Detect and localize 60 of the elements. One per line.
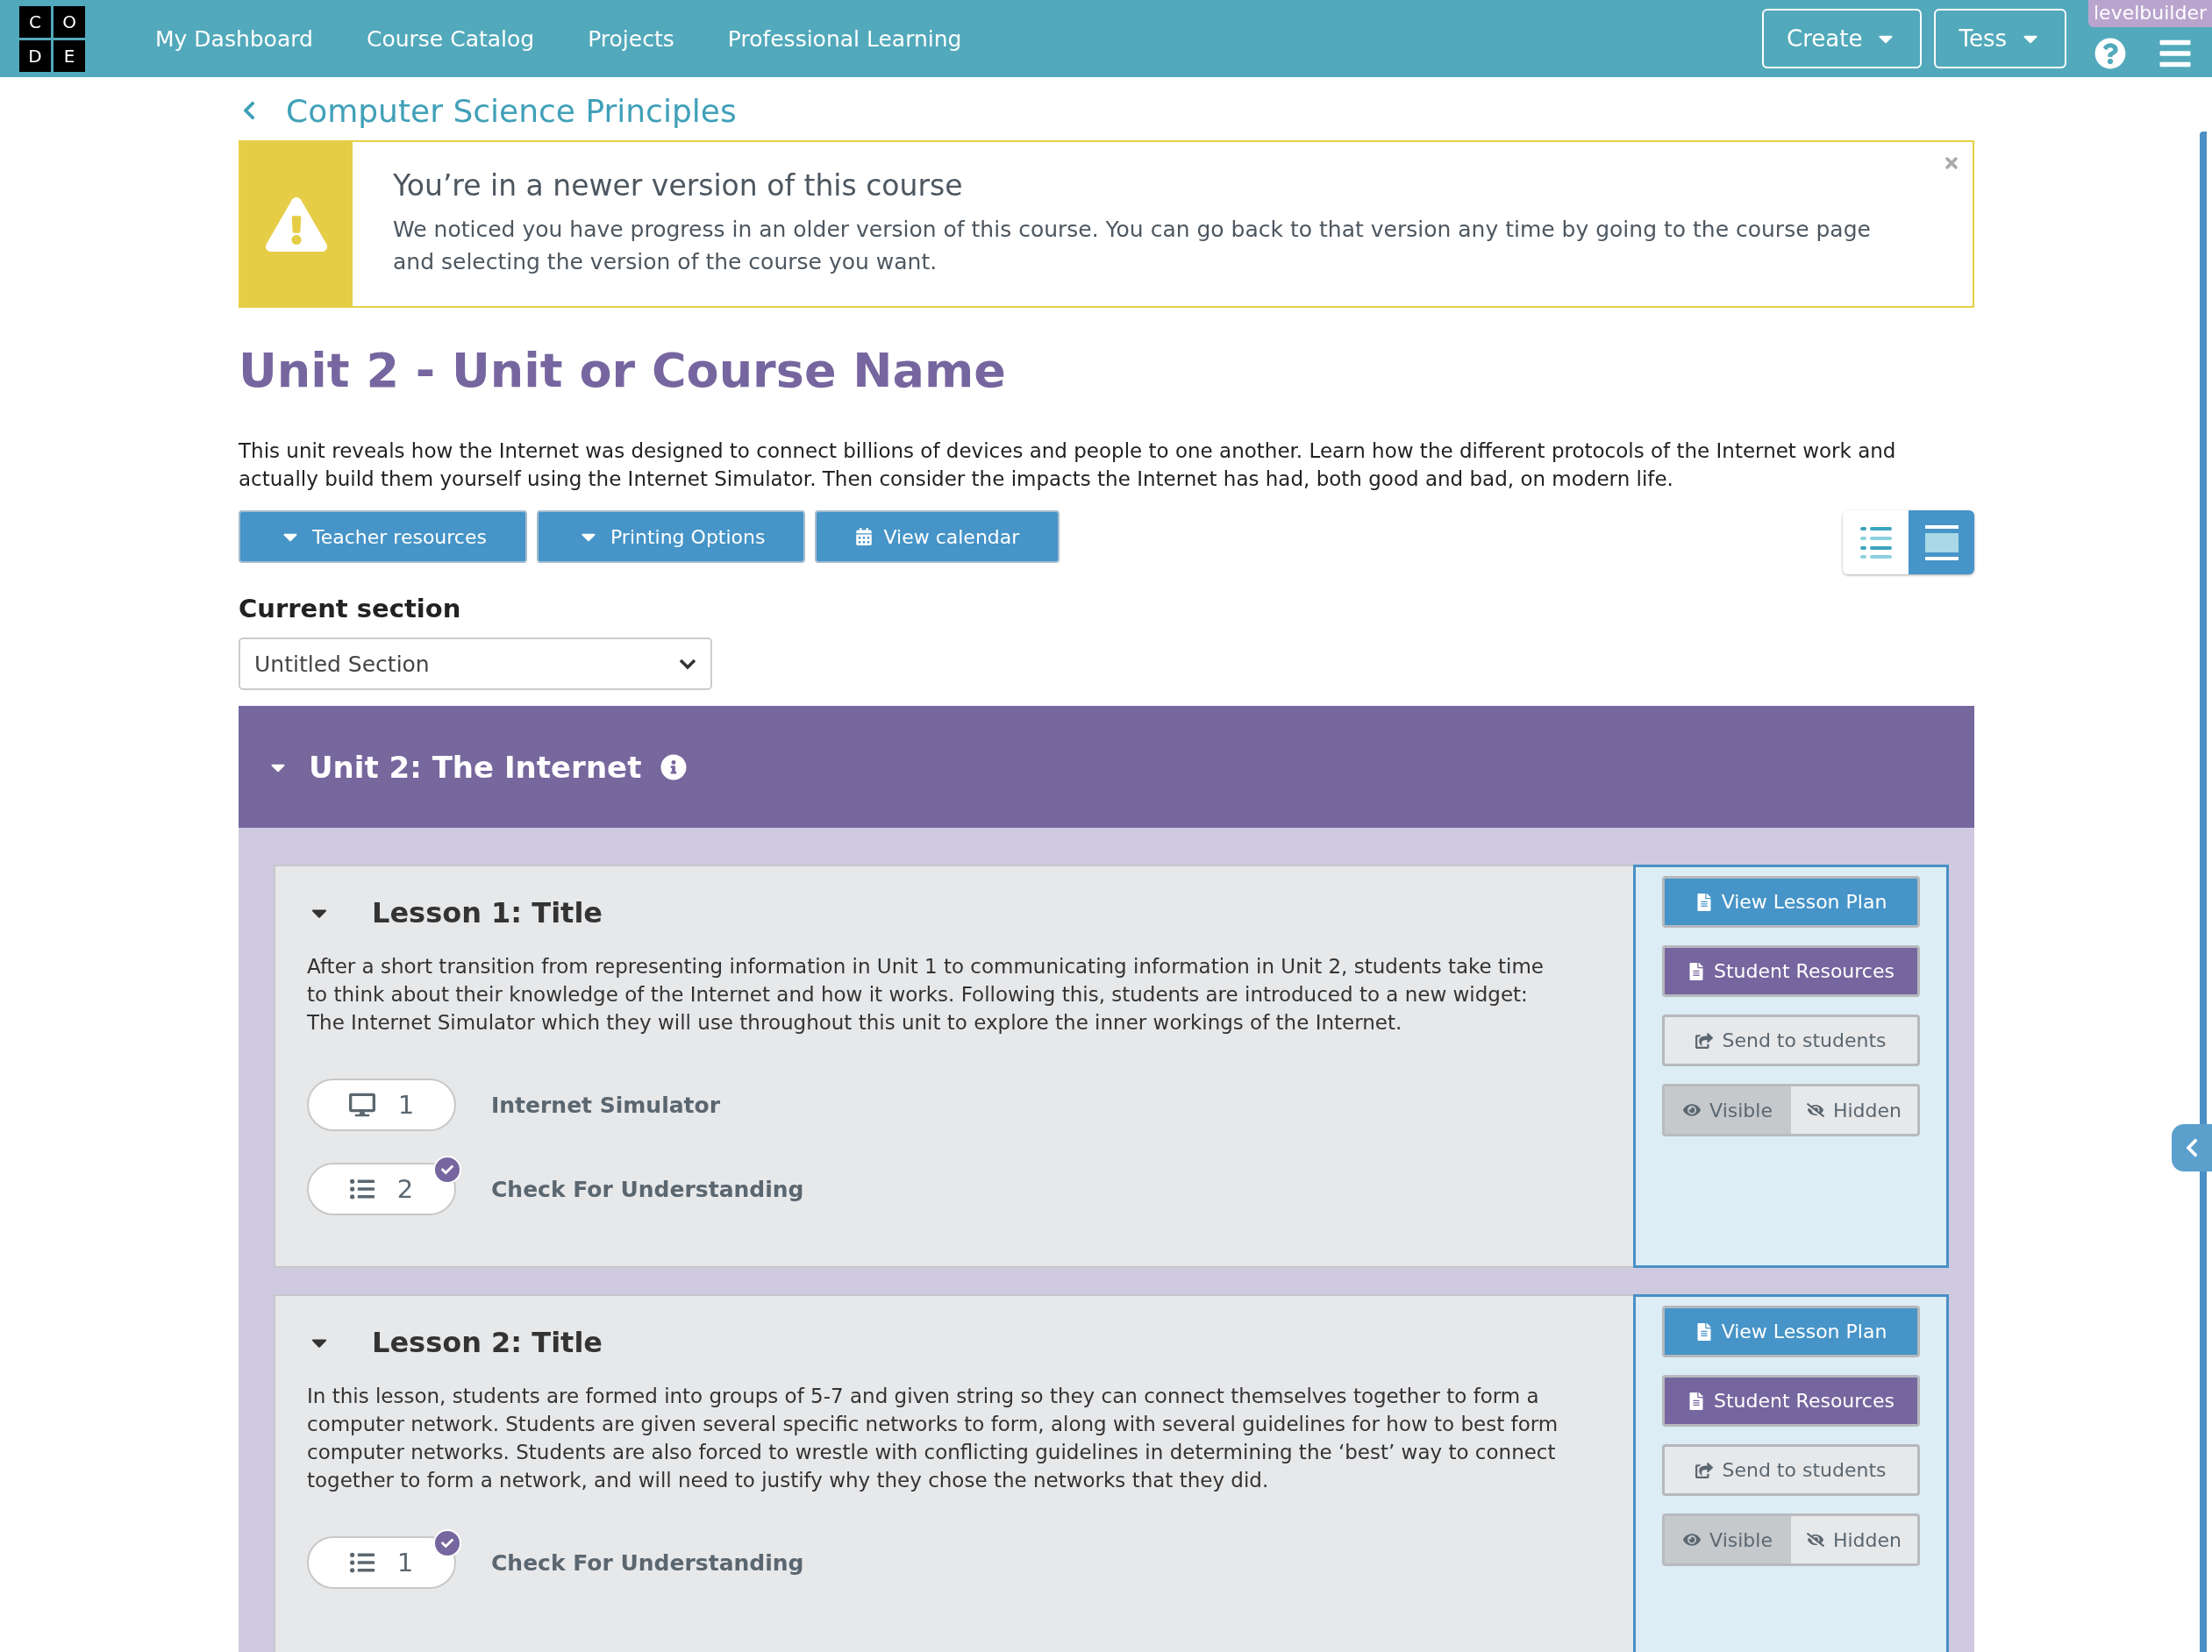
visibility-toggle[interactable]: Hidden	[1791, 1086, 1917, 1134]
share-icon	[1695, 1461, 1714, 1479]
eye-icon	[1683, 1531, 1702, 1549]
eye-slash-icon	[1806, 1531, 1824, 1549]
lesson-title: Lesson 2: Title	[372, 1326, 603, 1359]
nav-link[interactable]: Projects	[588, 25, 674, 52]
level-name[interactable]: Internet Simulator	[491, 1092, 721, 1118]
resource-button[interactable]: View Lesson Plan	[1662, 876, 1920, 928]
document-icon	[1688, 1392, 1705, 1410]
nav-link[interactable]: Professional Learning	[727, 25, 962, 52]
menu-button[interactable]: Tess	[1934, 9, 2066, 68]
menu-button[interactable]: Create	[1762, 9, 1923, 68]
unit-title: Unit 2 - Unit or Course Name	[239, 343, 1007, 398]
nav-link[interactable]: My Dashboard	[155, 25, 313, 52]
eye-icon	[1683, 1101, 1702, 1119]
calendar-button[interactable]: View calendar	[815, 510, 1060, 563]
dropdown-button[interactable]: Printing Options	[536, 510, 806, 563]
breadcrumb-link[interactable]: Computer Science Principles	[286, 92, 737, 129]
level-bubble[interactable]: 1	[307, 1079, 456, 1131]
lesson-title: Lesson 1: Title	[372, 896, 603, 929]
nav-link[interactable]: Course Catalog	[366, 25, 535, 52]
resource-button[interactable]: Student Resources	[1662, 945, 1920, 997]
send-button[interactable]: Send to students	[1662, 1444, 1920, 1496]
visibility-toggle[interactable]: Hidden	[1791, 1516, 1917, 1563]
visibility-toggle[interactable]: Visible	[1665, 1086, 1791, 1134]
section-label: Current section	[239, 594, 462, 623]
list-icon	[349, 1550, 375, 1575]
info-icon[interactable]	[660, 753, 688, 780]
document-icon	[1688, 962, 1705, 980]
calendar-icon	[855, 528, 874, 545]
chevron-down-icon	[679, 658, 696, 670]
list-view-icon	[1858, 524, 1894, 560]
view-toggle-button[interactable]	[1843, 510, 1909, 574]
notice-title: You’re in a newer version of this course	[393, 168, 964, 203]
list-icon	[349, 1177, 375, 1201]
lesson-description: In this lesson, students are formed into groups of 5-7 and given string so they can connect themselves together to form a computer network. Students are given several specific networks to form, along with several guidelines for how to best form computer networks. Students are also forced to wrestle with conflicting guidelines in determining the ‘best’ way to connect together to form a network, and will need to justify why they chose the networks that they did.	[307, 1384, 1559, 1493]
lesson-description: After a short transition from representing information in Unit 1 to communicating information in Unit 2, students take time to think about their knowledge of the Internet and how it works. Following this, students are introduced to a new widget: The Internet Simulator which they will use throughout this unit to explore the inner workings of the Internet.	[307, 954, 1545, 1036]
help-icon[interactable]	[2094, 38, 2126, 69]
unit-description: This unit reveals how the Internet was designed to connect billions of devices and people to one another. Learn how the different protocols of the Internet work and actually build them yourself using the Internet Simulator. Then consider the impacts the Internet has had, both good and bad, on modern life.	[239, 438, 1897, 492]
send-button[interactable]: Send to students	[1662, 1015, 1920, 1066]
visibility-toggle[interactable]: Visible	[1665, 1516, 1791, 1563]
eye-slash-icon	[1806, 1101, 1824, 1119]
level-name[interactable]: Check For Understanding	[491, 1176, 804, 1202]
view-toggle-button[interactable]	[1909, 510, 1974, 574]
level-name[interactable]: Check For Understanding	[491, 1549, 804, 1576]
dropdown-button[interactable]: Teacher resources	[239, 510, 527, 563]
section-select[interactable]: Untitled Section	[239, 637, 712, 690]
share-icon	[1695, 1031, 1714, 1050]
resource-button[interactable]: Student Resources	[1662, 1375, 1920, 1427]
environment-badge: levelbuilder	[2088, 0, 2212, 27]
close-icon[interactable]	[1943, 154, 1960, 172]
desktop-icon	[348, 1092, 375, 1118]
detail-view-icon	[1923, 523, 1959, 561]
unit-name: Unit 2: The Internet	[309, 749, 642, 785]
resource-button[interactable]: View Lesson Plan	[1662, 1306, 1920, 1357]
level-bubble[interactable]: 2	[307, 1163, 456, 1215]
notice-text: We noticed you have progress in an older version of this course. You can go back to that version any time by going to the course page and selecting the version of the course you want.	[393, 216, 1872, 276]
logo[interactable]: C O D E	[19, 5, 85, 72]
level-bubble[interactable]: 1	[307, 1536, 456, 1589]
panel-toggle-button[interactable]	[2172, 1124, 2212, 1171]
